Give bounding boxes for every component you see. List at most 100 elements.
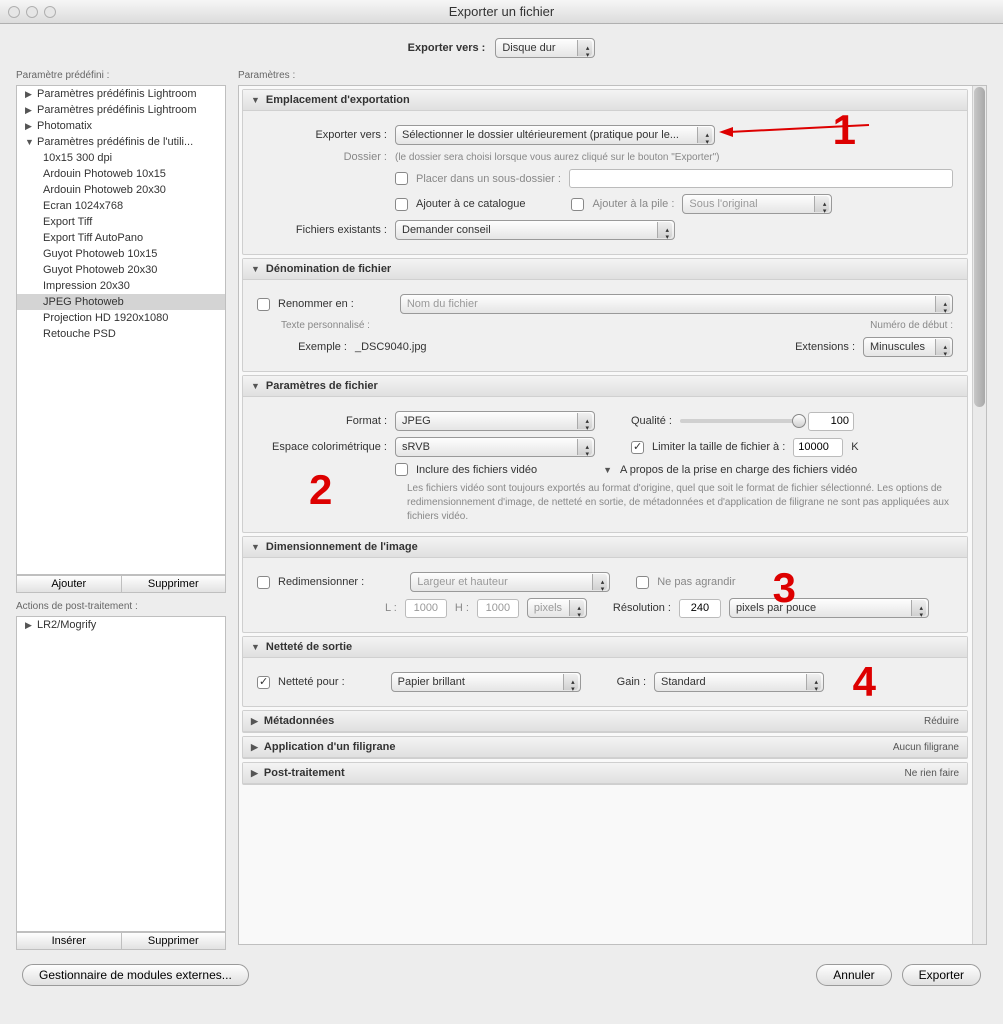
panel-watermark-collapsed: ▶Application d'un filigraneAucun filigra… xyxy=(242,736,968,759)
export-target-dropdown[interactable]: Disque dur ▴▾ xyxy=(495,38,595,58)
preset-item[interactable]: Guyot Photoweb 10x15 xyxy=(17,246,225,262)
add-pile-checkbox[interactable] xyxy=(571,198,584,211)
export-to-dropdown[interactable]: Sélectionner le dossier ultérieurement (… xyxy=(395,125,715,145)
chevron-right-icon: ▶ xyxy=(25,105,35,116)
no-enlarge-label: Ne pas agrandir xyxy=(657,576,735,588)
sharpen-for-dropdown[interactable]: Papier brillant▴▾ xyxy=(391,672,581,692)
height-input[interactable] xyxy=(477,599,519,618)
rename-label: Renommer en : xyxy=(278,298,354,310)
panel-header[interactable]: ▼Dimensionnement de l'image xyxy=(243,537,967,558)
width-input[interactable] xyxy=(405,599,447,618)
rename-template-dropdown[interactable]: Nom du fichier▴▾ xyxy=(400,294,953,314)
panel-header[interactable]: ▼Paramètres de fichier xyxy=(243,376,967,397)
panel-header[interactable]: ▶MétadonnéesRéduire xyxy=(243,711,967,732)
existing-files-label: Fichiers existants : xyxy=(257,224,387,236)
resolution-input[interactable] xyxy=(679,599,721,618)
preset-item[interactable]: 10x15 300 dpi xyxy=(17,150,225,166)
colorspace-label: Espace colorimétrique : xyxy=(257,441,387,453)
params-scroll-area: 1 2 3 4 ▼Emplacement d'exportation Expor… xyxy=(238,85,987,945)
preset-item[interactable]: Ardouin Photoweb 20x30 xyxy=(17,182,225,198)
quality-slider[interactable] xyxy=(680,419,800,423)
chevron-down-icon: ▼ xyxy=(251,381,260,391)
resolution-unit-dropdown[interactable]: pixels par pouce▴▾ xyxy=(729,598,929,618)
slider-thumb[interactable] xyxy=(792,414,806,428)
no-enlarge-checkbox[interactable] xyxy=(636,576,649,589)
extensions-dropdown[interactable]: Minuscules▴▾ xyxy=(863,337,953,357)
add-preset-button[interactable]: Ajouter xyxy=(16,575,122,593)
add-pile-label: Ajouter à la pile : xyxy=(592,198,674,210)
preset-item[interactable]: Projection HD 1920x1080 xyxy=(17,310,225,326)
preset-item[interactable]: Export Tiff xyxy=(17,214,225,230)
panel-header[interactable]: ▼Netteté de sortie xyxy=(243,637,967,658)
preset-item[interactable]: Impression 20x30 xyxy=(17,278,225,294)
preset-item[interactable]: Retouche PSD xyxy=(17,326,225,342)
preset-item[interactable]: Export Tiff AutoPano xyxy=(17,230,225,246)
remove-post-action-button[interactable]: Supprimer xyxy=(122,932,227,950)
format-dropdown[interactable]: JPEG▴▾ xyxy=(395,411,595,431)
width-label: L : xyxy=(385,602,397,614)
preset-group-label: Paramètres prédéfinis Lightroom xyxy=(37,104,197,116)
insert-post-action-button[interactable]: Insérer xyxy=(16,932,122,950)
panel-header[interactable]: ▼Dénomination de fichier xyxy=(243,259,967,280)
preset-item[interactable]: Ecran 1024x768 xyxy=(17,198,225,214)
panel-header[interactable]: ▶Application d'un filigraneAucun filigra… xyxy=(243,737,967,758)
panel-summary: Ne rien faire xyxy=(905,768,959,779)
preset-item[interactable]: Guyot Photoweb 20x30 xyxy=(17,262,225,278)
preset-item-selected[interactable]: JPEG Photoweb xyxy=(17,294,225,310)
chevron-right-icon: ▶ xyxy=(25,121,35,132)
remove-preset-button[interactable]: Supprimer xyxy=(122,575,227,593)
gain-label: Gain : xyxy=(617,676,646,688)
post-actions-list[interactable]: ▶LR2/Mogrify xyxy=(16,616,226,932)
format-label: Format : xyxy=(257,415,387,427)
export-button[interactable]: Exporter xyxy=(902,964,981,986)
preset-group-label: Photomatix xyxy=(37,120,92,132)
preset-group-open[interactable]: ▼Paramètres prédéfinis de l'utili... xyxy=(17,134,225,150)
existing-files-dropdown[interactable]: Demander conseil▴▾ xyxy=(395,220,675,240)
chevron-down-icon: ▼ xyxy=(251,95,260,105)
resize-checkbox[interactable] xyxy=(257,576,270,589)
custom-text-label: Texte personnalisé : xyxy=(281,320,370,331)
subfolder-checkbox[interactable] xyxy=(395,172,408,185)
panel-metadata-collapsed: ▶MétadonnéesRéduire xyxy=(242,710,968,733)
preset-group[interactable]: ▶Photomatix xyxy=(17,118,225,134)
chevron-right-icon: ▶ xyxy=(251,768,258,779)
add-catalogue-checkbox[interactable] xyxy=(395,198,408,211)
panel-summary: Réduire xyxy=(924,716,959,727)
sharpen-for-checkbox[interactable] xyxy=(257,676,270,689)
include-video-label: Inclure des fichiers vidéo xyxy=(416,464,537,476)
resize-mode-dropdown[interactable]: Largeur et hauteur▴▾ xyxy=(410,572,610,592)
gain-dropdown[interactable]: Standard▴▾ xyxy=(654,672,824,692)
post-action-item[interactable]: ▶LR2/Mogrify xyxy=(17,617,225,633)
preset-list[interactable]: ▶Paramètres prédéfinis Lightroom ▶Paramè… xyxy=(16,85,226,575)
rename-checkbox[interactable] xyxy=(257,298,270,311)
chevron-down-icon: ▼ xyxy=(251,542,260,552)
scrollbar-thumb[interactable] xyxy=(974,87,985,407)
pile-dropdown[interactable]: Sous l'original▴▾ xyxy=(682,194,832,214)
export-to-top-label: Exporter vers : xyxy=(408,42,486,54)
colorspace-dropdown[interactable]: sRVB▴▾ xyxy=(395,437,595,457)
preset-item[interactable]: Ardouin Photoweb 10x15 xyxy=(17,166,225,182)
chevron-down-icon: ▼ xyxy=(25,137,35,147)
include-video-checkbox[interactable] xyxy=(395,463,408,476)
example-label: Exemple : xyxy=(257,341,347,353)
panel-post-processing-collapsed: ▶Post-traitementNe rien faire xyxy=(242,762,968,785)
panel-header[interactable]: ▼Emplacement d'exportation xyxy=(243,90,967,111)
titlebar: Exporter un fichier xyxy=(0,0,1003,24)
preset-group[interactable]: ▶Paramètres prédéfinis Lightroom xyxy=(17,102,225,118)
panel-file-settings: ▼Paramètres de fichier Format : JPEG▴▾ Q… xyxy=(242,375,968,533)
preset-group-label: Paramètres prédéfinis Lightroom xyxy=(37,88,197,100)
plugin-manager-button[interactable]: Gestionnaire de modules externes... xyxy=(22,964,249,986)
post-actions-heading: Actions de post-traitement : xyxy=(16,601,226,612)
height-label: H : xyxy=(455,602,469,614)
scrollbar[interactable] xyxy=(972,86,986,944)
subfolder-input[interactable] xyxy=(569,169,953,188)
preset-group[interactable]: ▶Paramètres prédéfinis Lightroom xyxy=(17,86,225,102)
panel-header[interactable]: ▶Post-traitementNe rien faire xyxy=(243,763,967,784)
limit-size-checkbox[interactable] xyxy=(631,441,644,454)
quality-input[interactable] xyxy=(808,412,854,431)
cancel-button[interactable]: Annuler xyxy=(816,964,891,986)
export-target-row: Exporter vers : Disque dur ▴▾ xyxy=(0,24,1003,70)
dim-unit-dropdown[interactable]: pixels▴▾ xyxy=(527,598,587,618)
limit-size-input[interactable] xyxy=(793,438,843,457)
about-video-label[interactable]: A propos de la prise en charge des fichi… xyxy=(620,464,857,476)
